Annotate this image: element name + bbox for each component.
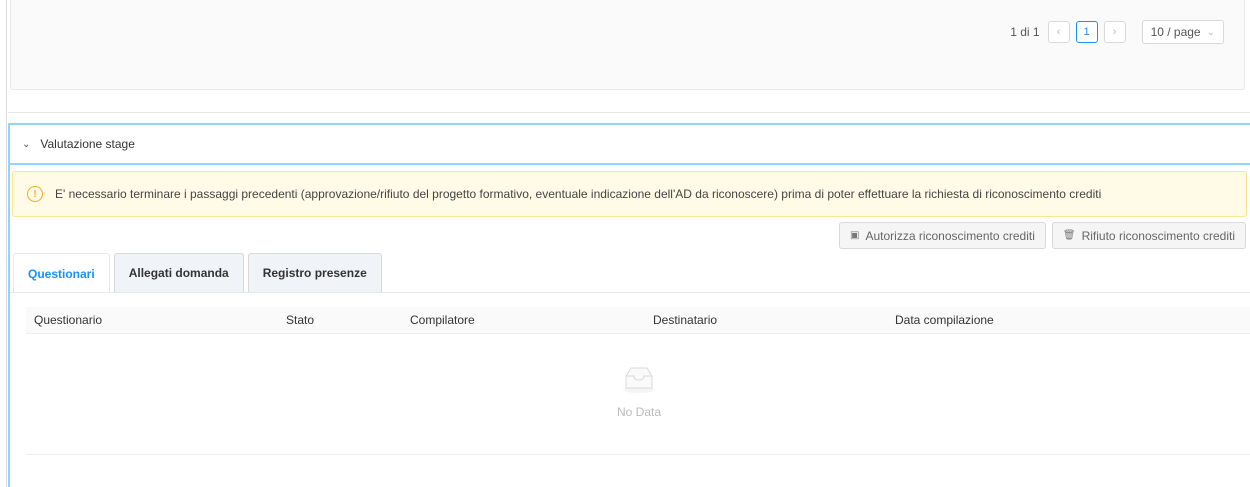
chevron-down-icon: ⌄ [1206, 26, 1215, 38]
tabs-divider [10, 292, 1250, 293]
approve-icon: ▣ [850, 230, 860, 241]
authorize-credits-label: Autorizza riconoscimento crediti [865, 228, 1035, 243]
table-body: No Data [26, 334, 1250, 455]
divider [8, 112, 1250, 113]
left-border [6, 0, 7, 487]
reject-credits-label: Rifiuto riconoscimento crediti [1081, 228, 1235, 243]
tab-bar: Questionari Allegati domanda Registro pr… [13, 253, 386, 293]
authorize-credits-button[interactable]: ▣ Autorizza riconoscimento crediti [839, 222, 1046, 249]
pagination: 1 di 1 ‹ 1 › 10 / page ⌄ [1010, 20, 1224, 44]
table-header: Questionario Stato Compilatore Destinata… [26, 307, 1250, 334]
panel-header[interactable]: ⌄ Valutazione stage [10, 125, 1250, 165]
empty-inbox-icon [623, 367, 655, 393]
previous-table-card: 1 di 1 ‹ 1 › 10 / page ⌄ [10, 0, 1245, 90]
pagination-total: 1 di 1 [1010, 25, 1040, 39]
reject-credits-button[interactable]: 🗑 Rifiuto riconoscimento crediti [1051, 222, 1246, 249]
chevron-down-icon: ⌄ [22, 138, 31, 150]
chevron-right-icon: › [1112, 26, 1117, 38]
chevron-left-icon: ‹ [1056, 26, 1061, 38]
page-1-button[interactable]: 1 [1075, 21, 1098, 43]
valutazione-stage-panel: ⌄ Valutazione stage ! E' necessario term… [8, 123, 1250, 487]
warning-text: E' necessario terminare i passaggi prece… [55, 187, 1102, 201]
column-compilatore: Compilatore [410, 313, 475, 327]
tab-questionari[interactable]: Questionari [13, 253, 110, 293]
page-size-value: 10 / page [1150, 25, 1201, 39]
panel-title: Valutazione stage [40, 137, 135, 151]
column-stato: Stato [286, 313, 315, 327]
warning-circle-icon: ! [27, 186, 43, 202]
empty-text: No Data [616, 405, 662, 419]
column-destinatario: Destinatario [653, 313, 718, 327]
tab-registro-presenze[interactable]: Registro presenze [247, 253, 382, 292]
page-size-select[interactable]: 10 / page ⌄ [1141, 20, 1224, 44]
warning-alert: ! E' necessario terminare i passaggi pre… [12, 171, 1247, 217]
tab-allegati-domanda[interactable]: Allegati domanda [113, 253, 244, 292]
credit-actions: ▣ Autorizza riconoscimento crediti 🗑 Rif… [833, 222, 1246, 249]
trash-icon: 🗑 [1062, 230, 1076, 241]
column-questionario: Questionario [34, 313, 103, 327]
prev-page-button[interactable]: ‹ [1047, 21, 1070, 43]
next-page-button[interactable]: › [1103, 21, 1126, 43]
questionari-table: Questionario Stato Compilatore Destinata… [26, 307, 1250, 455]
empty-state: No Data [26, 364, 1250, 419]
column-data-compilazione: Data compilazione [895, 313, 994, 327]
